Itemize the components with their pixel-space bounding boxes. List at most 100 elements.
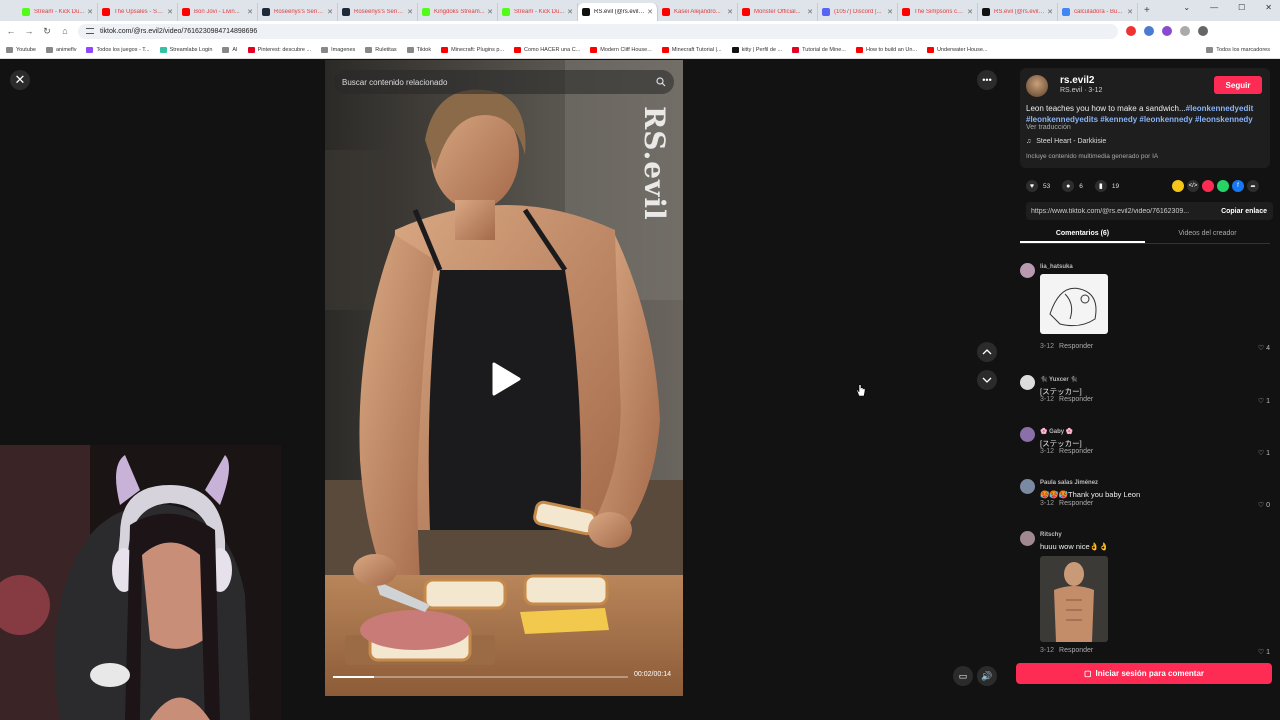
bookmark-item[interactable]: animeflv [46,46,76,53]
next-video-button[interactable] [977,370,997,390]
minimize-icon[interactable]: — [1210,3,1218,12]
extension-icon[interactable] [1144,26,1154,36]
new-tab-button[interactable]: + [1144,5,1150,16]
tab-close-icon[interactable]: ✕ [807,8,813,16]
browser-tab[interactable]: The Upsales - Sam... ✕ [98,3,178,21]
tab-close-icon[interactable]: ✕ [407,8,413,16]
commenter-avatar[interactable] [1020,531,1035,546]
bookmark-item[interactable]: Youtube [6,46,36,53]
reply-button[interactable]: Responder [1059,343,1093,350]
follow-button[interactable]: Seguir [1214,76,1262,94]
commenter-name[interactable]: 🐈‍⬛ Yuxcer 🐈‍⬛ [1040,376,1078,383]
chevron-down-icon[interactable]: ⌄ [1183,3,1190,12]
creator-avatar[interactable] [1026,75,1048,97]
related-search-input[interactable]: Buscar contenido relacionado [334,70,674,94]
reply-button[interactable]: Responder [1059,500,1093,507]
home-icon[interactable]: ⌂ [58,26,72,36]
url-input[interactable]: tiktok.com/@rs.evil2/video/7616230984714… [78,23,1118,39]
like-button[interactable]: ♥ 53 [1026,180,1050,192]
extension-icon[interactable] [1126,26,1136,36]
volume-button[interactable]: 🔊 [977,666,997,686]
back-icon[interactable]: ← [4,26,18,36]
reply-button[interactable]: Responder [1059,647,1093,654]
commenter-name[interactable]: Paula salas Jiménez [1040,480,1098,486]
commenter-name[interactable]: lia_hatsuka [1040,264,1073,270]
comment-like-button[interactable]: ♡ 1 [1258,397,1270,405]
forward-icon[interactable]: → [22,26,36,36]
bookmark-item[interactable]: Imagenes [321,46,355,53]
extension-icon[interactable] [1162,26,1172,36]
bookmark-item[interactable]: AI [222,46,238,53]
previous-video-button[interactable] [977,342,997,362]
comment-button[interactable]: ● 6 [1062,180,1083,192]
facebook-icon[interactable]: f [1232,180,1244,192]
tab-comments[interactable]: Comentarios (6) [1020,225,1145,243]
browser-tab[interactable]: RS.evil (@rs.evil2... ✕ [978,3,1058,21]
browser-tab[interactable]: calculadora - Bu... ✕ [1058,3,1138,21]
see-translation-link[interactable]: Ver traducción [1026,124,1071,131]
tab-close-icon[interactable]: ✕ [247,8,253,16]
video-progress-bar[interactable] [333,676,628,678]
browser-tab[interactable]: Roseenys's Serie... ✕ [258,3,338,21]
reply-button[interactable]: Responder [1059,448,1093,455]
tab-close-icon[interactable]: ✕ [727,8,733,16]
bookmark-item[interactable]: Underwater House... [927,46,987,53]
tab-close-icon[interactable]: ✕ [1127,8,1133,16]
browser-tab[interactable]: RS.evil (@rs.evil2... ✕ [578,3,658,21]
bookmark-item[interactable]: Streamlabs Login [159,46,212,53]
bookmark-item[interactable]: Minecraft Tutorial |... [661,46,722,53]
bookmark-item[interactable]: Tiktok [406,46,431,53]
tab-close-icon[interactable]: ✕ [647,8,653,16]
creator-username[interactable]: rs.evil2 [1060,75,1094,86]
commenter-avatar[interactable] [1020,263,1035,278]
picture-in-picture-button[interactable]: ▭ [953,666,973,686]
browser-tab[interactable]: Kasei Alejandro... ✕ [658,3,738,21]
profile-avatar[interactable] [1198,26,1208,36]
browser-tab[interactable]: Stream - Kick Du... ✕ [498,3,578,21]
browser-tab[interactable]: Roseenys's Serie... ✕ [338,3,418,21]
bookmark-item[interactable]: Tutorial de Mine... [792,46,846,53]
tab-creator-videos[interactable]: Videos del creador [1145,225,1270,243]
tab-close-icon[interactable]: ✕ [887,8,893,16]
repost-icon[interactable] [1202,180,1214,192]
search-icon[interactable] [656,77,666,87]
bookmark-item[interactable]: kitty | Perfil de ... [731,46,782,53]
bookmark-item[interactable]: Todos los juegos - T... [86,46,150,53]
music-link[interactable]: ♫ Steel Heart - Darkkisie [1026,138,1106,145]
whatsapp-icon[interactable] [1217,180,1229,192]
browser-tab[interactable]: Monster Official... ✕ [738,3,818,21]
close-video-button[interactable]: ✕ [10,70,30,90]
save-button[interactable]: ▮ 19 [1094,180,1119,192]
more-options-icon[interactable]: ••• [977,70,997,90]
maximize-icon[interactable]: ☐ [1238,3,1245,12]
tab-close-icon[interactable]: ✕ [87,8,93,16]
embed-icon[interactable]: </> [1187,180,1199,192]
browser-tab[interactable]: The Simpsons ca... ✕ [898,3,978,21]
commenter-avatar[interactable] [1020,427,1035,442]
close-window-icon[interactable]: ✕ [1265,3,1272,12]
tab-close-icon[interactable]: ✕ [967,8,973,16]
browser-tab[interactable]: Bon Jovi - Livin... ✕ [178,3,258,21]
tab-close-icon[interactable]: ✕ [327,8,333,16]
bookmark-item[interactable]: Minecraft: Plugins p... [441,46,504,53]
share-arrow-icon[interactable]: ➦ [1247,180,1259,192]
comment-attached-image[interactable] [1040,556,1108,642]
bookmark-item[interactable]: Modern Cliff House... [590,46,652,53]
site-settings-icon[interactable] [86,28,94,34]
copy-link-button[interactable]: Copiar enlace [1215,208,1273,215]
tab-close-icon[interactable]: ✕ [1047,8,1053,16]
tab-close-icon[interactable]: ✕ [167,8,173,16]
browser-tab[interactable]: (1057) Discord |... ✕ [818,3,898,21]
tab-close-icon[interactable]: ✕ [487,8,493,16]
coin-icon[interactable] [1172,180,1184,192]
commenter-name[interactable]: 🌸 Gaby 🌸 [1040,428,1073,435]
bookmark-item[interactable]: Como HACER una C... [514,46,580,53]
reload-icon[interactable]: ↻ [40,26,54,37]
reply-button[interactable]: Responder [1059,396,1093,403]
browser-tab[interactable]: Stream - Kick Du... ✕ [18,3,98,21]
bookmark-item[interactable]: How to build an Un... [855,46,917,53]
share-link-url[interactable]: https://www.tiktok.com/@rs.evil2/video/7… [1026,208,1215,215]
comment-like-button[interactable]: ♡ 1 [1258,449,1270,457]
all-bookmarks-folder[interactable]: Todos los marcadores [1206,46,1270,53]
tab-close-icon[interactable]: ✕ [567,8,573,16]
